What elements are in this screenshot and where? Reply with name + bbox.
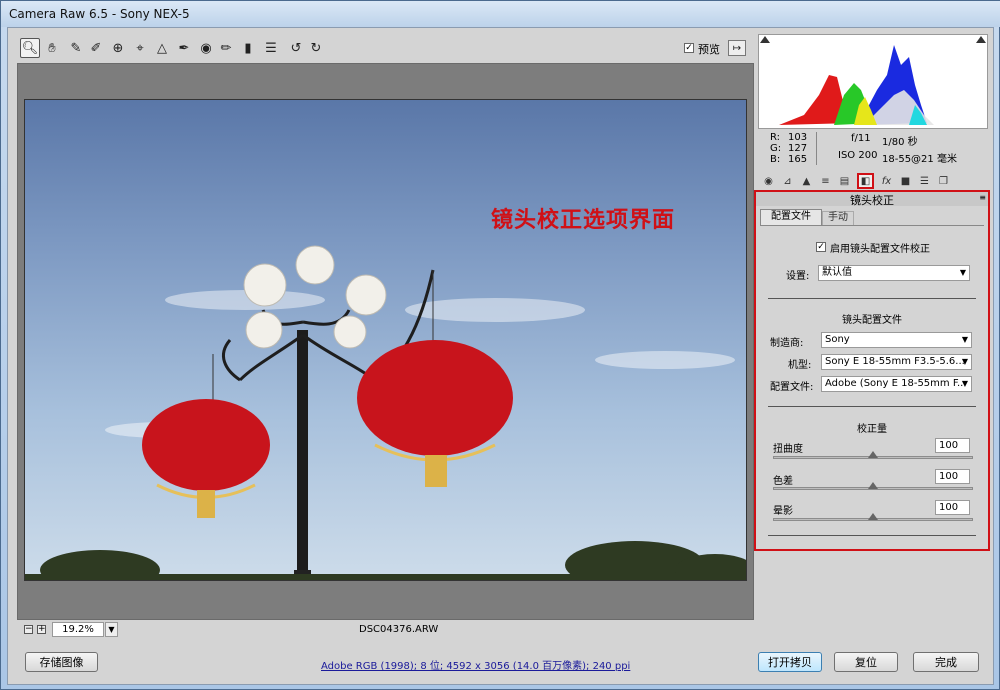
enable-profile-label: 启用镜头配置文件校正 xyxy=(830,244,930,255)
photo-preview[interactable]: 镜头校正选项界面 xyxy=(24,99,747,581)
setup-select[interactable]: 默认值 ▼ xyxy=(818,265,970,281)
spot-removal-icon[interactable]: ✒ xyxy=(174,38,194,58)
image-caption-overlay: 镜头校正选项界面 xyxy=(491,208,676,233)
panel-tab-row: ◉ ⊿ ▲ ≡ ▤ ◧ fx ■ ☰ ❐ xyxy=(758,173,988,191)
pixel-readout: R: 103 G: 127 B: 165 f/11 1/80 秒 ISO 200… xyxy=(770,132,957,165)
zoom-level-field[interactable]: 19.2% xyxy=(52,622,104,637)
rotate-cw-icon[interactable]: ↻ xyxy=(306,38,326,58)
distortion-value[interactable]: 100 xyxy=(935,438,970,453)
graduated-filter-icon[interactable]: ▮ xyxy=(238,38,258,58)
rotate-ccw-icon[interactable]: ↺ xyxy=(286,38,306,58)
panel-title: 镜头校正 xyxy=(756,192,988,207)
vignetting-value[interactable]: 100 xyxy=(935,500,970,515)
camera-calibration-tab-icon[interactable]: ■ xyxy=(897,173,914,189)
profile-section-title: 镜头配置文件 xyxy=(842,315,902,326)
hand-icon[interactable]: ✋︎ xyxy=(42,38,62,58)
hsl-tab-icon[interactable]: ≡ xyxy=(817,173,834,189)
application-window: Camera Raw 6.5 - Sony NEX-5 🔍︎ ✋︎ ✎ ✐ ⊕ … xyxy=(0,0,1000,690)
profile-label: 配置文件: xyxy=(770,382,814,393)
make-select[interactable]: Sony ▼ xyxy=(821,332,972,348)
make-label: 制造商: xyxy=(770,338,804,349)
adjustment-brush-icon[interactable]: ✏ xyxy=(216,38,236,58)
chromatic-aberration-slider-thumb[interactable] xyxy=(868,482,878,489)
distortion-label: 扭曲度 xyxy=(773,444,803,455)
model-label: 机型: xyxy=(788,360,812,371)
detail-tab-icon[interactable]: ▲ xyxy=(798,173,815,189)
model-select[interactable]: Sony E 18-55mm F3.5-5.6... ▼ xyxy=(821,354,972,370)
split-toning-tab-icon[interactable]: ▤ xyxy=(836,173,853,189)
preferences-icon[interactable]: ☰ xyxy=(261,38,281,58)
camera-raw-dialog: 🔍︎ ✋︎ ✎ ✐ ⊕ ⌖ △ ✒ ◉ ✏ ▮ ☰ ↺ ↻ ✓ 预览 ↦ 镜头校… xyxy=(7,27,994,685)
chromatic-aberration-value[interactable]: 100 xyxy=(935,469,970,484)
crop-icon[interactable]: ⌖ xyxy=(130,38,150,58)
chevron-down-icon[interactable]: ▼ xyxy=(105,622,118,637)
color-sampler-icon[interactable]: ✐ xyxy=(86,38,106,58)
profile-select[interactable]: Adobe (Sony E 18-55mm F... ▼ xyxy=(821,376,972,392)
red-eye-icon[interactable]: ◉ xyxy=(196,38,216,58)
zoom-icon[interactable]: 🔍︎ xyxy=(20,38,40,58)
setup-label: 设置: xyxy=(786,271,810,282)
save-image-button[interactable]: 存储图像 xyxy=(25,652,98,672)
zoom-in-button[interactable]: + xyxy=(37,625,46,634)
target-adjust-icon[interactable]: ⊕ xyxy=(108,38,128,58)
preview-label: 预览 xyxy=(698,43,720,56)
image-canvas: 镜头校正选项界面 xyxy=(17,63,754,620)
chromatic-aberration-label: 色差 xyxy=(773,476,793,487)
filename-label: DSC04376.ARW xyxy=(359,624,439,635)
straighten-icon[interactable]: △ xyxy=(152,38,172,58)
basic-tab-icon[interactable]: ◉ xyxy=(760,173,777,189)
white-balance-icon[interactable]: ✎ xyxy=(66,38,86,58)
lens-corrections-tab-icon[interactable]: ◧ xyxy=(857,173,874,189)
presets-tab-icon[interactable]: ☰ xyxy=(916,173,933,189)
done-button[interactable]: 完成 xyxy=(913,652,979,672)
snapshots-tab-icon[interactable]: ❐ xyxy=(935,173,952,189)
effects-tab-icon[interactable]: fx xyxy=(878,173,895,189)
vignetting-label: 晕影 xyxy=(773,506,793,517)
preview-checkbox[interactable]: ✓ xyxy=(684,43,694,53)
lens-corrections-panel: 镜头校正 ≡ 配置文件 手动 ✓ 启用镜头配置文件校正 设置: 默认值 ▼ 镜头配… xyxy=(754,190,990,551)
fullscreen-icon[interactable]: ↦ xyxy=(728,40,746,56)
vignetting-slider-thumb[interactable] xyxy=(868,513,878,520)
tab-profile[interactable]: 配置文件 xyxy=(760,209,822,225)
open-copy-button[interactable]: 打开拷贝 xyxy=(758,652,822,672)
panel-menu-icon[interactable]: ≡ xyxy=(979,193,986,202)
photo-content xyxy=(25,245,746,580)
histogram xyxy=(758,34,988,129)
window-title: Camera Raw 6.5 - Sony NEX-5 xyxy=(9,7,190,21)
zoom-status-bar: − + 19.2% ▼ DSC04376.ARW xyxy=(17,621,754,639)
reset-button[interactable]: 复位 xyxy=(834,652,898,672)
distortion-slider-thumb[interactable] xyxy=(868,451,878,458)
title-bar: Camera Raw 6.5 - Sony NEX-5 xyxy=(1,1,1000,27)
enable-profile-checkbox[interactable]: ✓ xyxy=(816,242,826,252)
tab-manual[interactable]: 手动 xyxy=(822,211,854,225)
zoom-out-button[interactable]: − xyxy=(24,625,33,634)
workflow-options-link[interactable]: Adobe RGB (1998); 8 位; 4592 x 3056 (14.0… xyxy=(321,657,630,672)
amount-section-title: 校正量 xyxy=(857,424,887,435)
tone-curve-tab-icon[interactable]: ⊿ xyxy=(779,173,796,189)
